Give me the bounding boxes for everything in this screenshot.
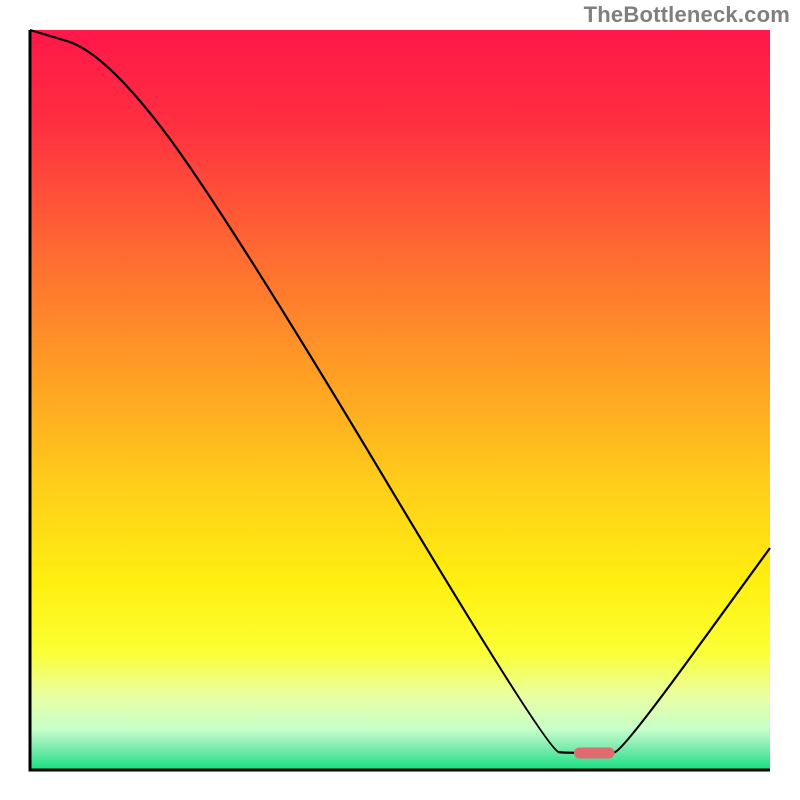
plot-background-gradient [30,30,770,770]
optimum-marker [574,747,615,758]
watermark-text: TheBottleneck.com [584,2,790,28]
chart-container: TheBottleneck.com [0,0,800,800]
bottleneck-chart [0,0,800,800]
